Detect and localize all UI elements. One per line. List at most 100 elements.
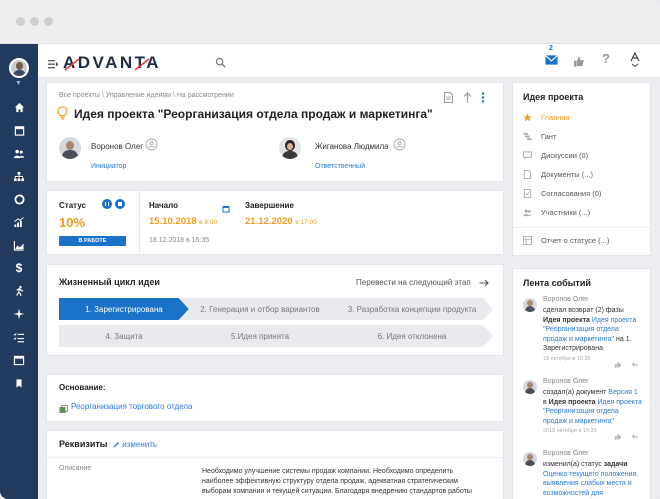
edit-button[interactable]: изменить [113, 440, 157, 449]
feed-link[interactable]: Идея проекта [592, 317, 636, 324]
stage-1[interactable]: 1. Зарегистрирована [59, 298, 189, 320]
pause-icon[interactable] [102, 199, 112, 209]
feed-link[interactable]: Идея проекта [598, 399, 642, 406]
initiator-avatar[interactable] [59, 137, 81, 159]
sidebar-item-status-report[interactable]: Отчет о статусе (...) [523, 236, 609, 245]
sparkle-icon[interactable] [10, 305, 28, 323]
sidebar-item-main[interactable]: Главная [523, 113, 570, 122]
breadcrumb-separator: \ [172, 92, 175, 99]
lightbulb-icon [57, 106, 68, 125]
document-icon[interactable] [444, 90, 453, 108]
feed-plain: сделал возврат (2) фазы [543, 307, 624, 314]
feed-strong: Идея проекта [543, 316, 592, 324]
bookmark-icon[interactable] [10, 374, 28, 392]
sidebar-item-discussions[interactable]: Дискуссии (0) [523, 151, 588, 160]
pencil-icon [113, 442, 119, 448]
brand-logo[interactable]: ADVANTA [63, 53, 185, 73]
thumbs-up-icon[interactable] [573, 54, 585, 72]
stage-5[interactable]: 5.Идея принята [179, 325, 341, 347]
stage-2[interactable]: 2. Генерация и отбор вариантов [179, 298, 341, 320]
stop-icon[interactable] [115, 199, 125, 209]
main-content: Все проекты \ Управление идеями \ На рас… [38, 78, 660, 499]
basis-card: Основание: Реорганизация торгового отдел… [46, 374, 504, 422]
responsible-name: Жиганова Людмила [315, 142, 389, 151]
reply-icon[interactable] [631, 355, 639, 373]
arrow-up-icon[interactable] [463, 90, 472, 108]
stage-3[interactable]: 3. Разработка концепции продукта [331, 298, 493, 320]
feed-link[interactable]: "Реорганизация отдела [543, 326, 619, 333]
like-icon[interactable] [614, 355, 622, 373]
feed-author: Воронов Олег [543, 296, 589, 303]
running-person-icon[interactable] [10, 282, 28, 300]
feed-time: 2018 октября в 15:35 [543, 428, 597, 435]
user-avatar[interactable] [9, 58, 29, 78]
home-icon[interactable] [10, 98, 28, 116]
menu-toggle-icon[interactable] [48, 56, 59, 74]
reply-icon[interactable] [631, 427, 639, 445]
feed-link[interactable]: Оценка текущего положения, [543, 471, 638, 478]
feed-plain: изменил(а) статус [543, 461, 604, 468]
sidebar-item-participants[interactable]: Участники (...) [523, 208, 590, 217]
responsible-avatar[interactable] [279, 137, 301, 159]
feed-link[interactable]: "Реорганизация отдела [543, 408, 619, 415]
feed-link[interactable]: продаж и маркетинга" [543, 336, 614, 343]
sidebar-item-approvals[interactable]: Согласования (0) [523, 189, 601, 198]
hierarchy-icon[interactable] [10, 167, 28, 185]
feed-strong: Идея проекта [548, 398, 598, 406]
window-titlebar [0, 0, 660, 44]
sidebar-item-documents[interactable]: Документы (...) [523, 170, 593, 179]
document-icon [523, 170, 532, 179]
basis-label: Основание: [59, 383, 106, 392]
help-icon[interactable]: ? [602, 51, 610, 66]
responsible-role[interactable]: Ответственный [315, 163, 365, 170]
checklist-icon[interactable] [10, 328, 28, 346]
window-icon[interactable] [10, 351, 28, 369]
like-icon[interactable] [614, 427, 622, 445]
arrow-right-icon [479, 279, 489, 287]
sidebar-item-gantt[interactable]: Гант [523, 132, 556, 141]
status-label: Статус [59, 201, 86, 210]
font-size-icon[interactable] [630, 51, 640, 72]
feed-avatar[interactable] [523, 298, 537, 312]
feed-link[interactable]: выявления слабых места и [543, 480, 632, 487]
window-dot-close[interactable] [16, 17, 25, 26]
calendar-icon[interactable] [10, 121, 28, 139]
breadcrumb-item[interactable]: Все проекты [59, 92, 100, 99]
feed-link[interactable]: Версия 1 [608, 389, 638, 396]
dollar-icon[interactable]: $ [10, 259, 28, 277]
change-person-icon[interactable] [145, 138, 158, 156]
users-icon [523, 209, 532, 217]
growth-chart-icon[interactable] [10, 213, 28, 231]
stage-4[interactable]: 4. Защита [59, 325, 189, 347]
end-time: в 17:00 [295, 219, 317, 226]
feed-link[interactable]: продаж и маркетинга" [543, 418, 614, 425]
mail-icon[interactable] [545, 53, 558, 71]
divider [139, 191, 140, 254]
calendar-icon[interactable] [222, 200, 230, 218]
change-person-icon[interactable] [393, 138, 406, 156]
end-label: Завершение [245, 201, 294, 210]
requisites-title: Реквизиты [59, 439, 108, 449]
search-icon[interactable] [215, 55, 226, 73]
target-icon[interactable] [10, 190, 28, 208]
basis-link[interactable]: Реорганизация торгового отдела [71, 402, 192, 411]
chevron-down-icon[interactable]: ▼ [15, 80, 22, 87]
stage-6[interactable]: 6. Идея отклонена [331, 325, 493, 347]
app-window: ▼ $ ADVANTA 2 ? Все проекты \ Управление… [0, 0, 660, 499]
feed-link[interactable]: возможностей для [543, 490, 603, 497]
next-stage-button[interactable]: Перевести на следующий этап [356, 278, 489, 287]
svg-text:ADVANTA: ADVANTA [63, 53, 161, 72]
initiator-role[interactable]: Инициатор [91, 163, 126, 170]
breadcrumb-item[interactable]: На рассмотрении [177, 92, 234, 99]
window-dot-maximize[interactable] [44, 17, 53, 26]
window-dot-minimize[interactable] [30, 17, 39, 26]
feed-avatar[interactable] [523, 380, 537, 394]
page-title: Идея проекта "Реорганизация отдела прода… [74, 107, 433, 121]
more-vertical-icon[interactable] [481, 90, 485, 108]
divider [47, 457, 503, 458]
feed-plain: Зарегистрирована [543, 345, 603, 353]
feed-avatar[interactable] [523, 452, 537, 466]
users-icon[interactable] [10, 144, 28, 162]
breadcrumb-item[interactable]: Управление идеями [106, 92, 171, 99]
area-chart-icon[interactable] [10, 236, 28, 254]
